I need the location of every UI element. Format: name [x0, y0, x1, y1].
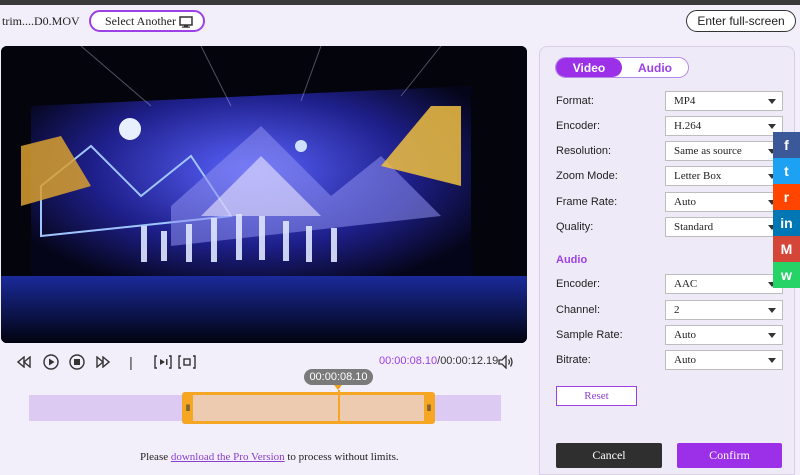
resolution-value: Same as source	[674, 145, 742, 157]
frame-rate-select[interactable]: Auto	[665, 192, 783, 212]
forward-button[interactable]	[94, 352, 112, 372]
set-end-icon	[178, 355, 196, 369]
sample-rate-label: Sample Rate:	[556, 329, 623, 341]
sample-rate-select[interactable]: Auto	[665, 325, 783, 345]
forward-icon	[96, 356, 110, 368]
fullscreen-label: Enter full-screen	[697, 14, 785, 28]
settings-tabs: Video Audio	[555, 57, 689, 78]
audio-encoder-value: AAC	[674, 278, 698, 290]
select-another-button[interactable]: Select Another	[89, 10, 205, 32]
channel-label: Channel:	[556, 304, 601, 316]
gmail-share-button[interactable]: M	[773, 236, 800, 262]
stop-icon	[69, 354, 85, 370]
grip-icon: ‖	[426, 403, 432, 413]
format-value: MP4	[674, 95, 696, 107]
channel-value: 2	[674, 304, 680, 316]
whatsapp-share-button[interactable]: w	[773, 262, 800, 288]
control-divider: |	[129, 354, 133, 370]
gmail-icon: M	[780, 241, 793, 257]
reddit-share-button[interactable]: r	[773, 184, 800, 210]
pro-note: Please download the Pro Version to proce…	[140, 451, 399, 463]
zoom-mode-select[interactable]: Letter Box	[665, 166, 783, 186]
caret-down-icon	[768, 124, 776, 129]
facebook-icon: f	[784, 137, 789, 153]
caret-down-icon	[768, 99, 776, 104]
quality-select[interactable]: Standard	[665, 217, 783, 237]
quality-value: Standard	[674, 221, 714, 233]
trim-end-handle[interactable]: ‖	[424, 393, 434, 423]
video-preview[interactable]	[1, 46, 527, 343]
linkedin-share-button[interactable]: in	[773, 210, 800, 236]
bitrate-label: Bitrate:	[556, 354, 591, 366]
audio-encoder-label: Encoder:	[556, 278, 601, 290]
pro-version-link[interactable]: download the Pro Version	[171, 451, 285, 463]
video-encoder-select[interactable]: H.264	[665, 116, 783, 136]
resolution-label: Resolution:	[556, 145, 612, 157]
linkedin-icon: in	[780, 215, 793, 231]
format-label: Format:	[556, 95, 594, 107]
volume-button[interactable]	[497, 352, 515, 372]
play-icon	[43, 354, 59, 370]
format-select[interactable]: MP4	[665, 91, 783, 111]
confirm-button[interactable]: Confirm	[677, 443, 782, 468]
total-time: 00:00:12.19	[440, 355, 499, 367]
tab-audio[interactable]: Audio	[622, 58, 688, 77]
caret-down-icon	[768, 333, 776, 338]
reset-button[interactable]: Reset	[556, 386, 637, 406]
fullscreen-button[interactable]: Enter full-screen	[686, 10, 796, 32]
audio-section-heading: Audio	[556, 254, 588, 266]
zoom-mode-value: Letter Box	[674, 170, 722, 182]
playhead[interactable]	[338, 390, 340, 424]
time-display: 00:00:08.10/00:00:12.19	[379, 355, 498, 367]
file-name: trim....D0.MOV	[2, 14, 80, 28]
bitrate-value: Auto	[674, 354, 696, 366]
rewind-icon	[17, 356, 31, 368]
twitter-icon: t	[784, 163, 789, 179]
video-encoder-label: Encoder:	[556, 120, 601, 132]
sample-rate-value: Auto	[674, 329, 696, 341]
set-start-button[interactable]	[152, 352, 174, 372]
pro-note-after: to process without limits.	[284, 451, 399, 463]
reddit-icon: r	[783, 189, 790, 205]
monitor-icon	[179, 16, 193, 28]
resolution-select[interactable]: Same as source	[665, 141, 783, 161]
current-time: 00:00:08.10	[379, 355, 438, 367]
facebook-share-button[interactable]: f	[773, 132, 800, 158]
video-frame	[1, 46, 527, 343]
whatsapp-icon: w	[781, 267, 792, 283]
bitrate-select[interactable]: Auto	[665, 350, 783, 370]
set-start-icon	[154, 355, 172, 369]
frame-rate-value: Auto	[674, 196, 696, 208]
caret-down-icon	[768, 308, 776, 313]
select-another-label: Select Another	[105, 13, 176, 28]
set-end-button[interactable]	[176, 352, 198, 372]
stop-button[interactable]	[67, 352, 87, 372]
tab-video[interactable]: Video	[556, 58, 622, 77]
audio-encoder-select[interactable]: AAC	[665, 274, 783, 294]
top-bar	[0, 0, 800, 5]
video-encoder-value: H.264	[674, 120, 702, 132]
rewind-button[interactable]	[15, 352, 33, 372]
pro-note-before: Please	[140, 451, 171, 463]
grip-icon: ‖	[185, 403, 191, 413]
cancel-button[interactable]: Cancel	[556, 443, 662, 468]
volume-icon	[498, 355, 513, 369]
playhead-tooltip: 00:00:08.10	[304, 369, 373, 390]
caret-down-icon	[768, 358, 776, 363]
quality-label: Quality:	[556, 221, 594, 233]
zoom-mode-label: Zoom Mode:	[556, 170, 618, 182]
play-button[interactable]	[41, 352, 61, 372]
trim-start-handle[interactable]: ‖	[183, 393, 193, 423]
twitter-share-button[interactable]: t	[773, 158, 800, 184]
trim-selection[interactable]	[182, 392, 435, 424]
channel-select[interactable]: 2	[665, 300, 783, 320]
frame-rate-label: Frame Rate:	[556, 196, 618, 208]
